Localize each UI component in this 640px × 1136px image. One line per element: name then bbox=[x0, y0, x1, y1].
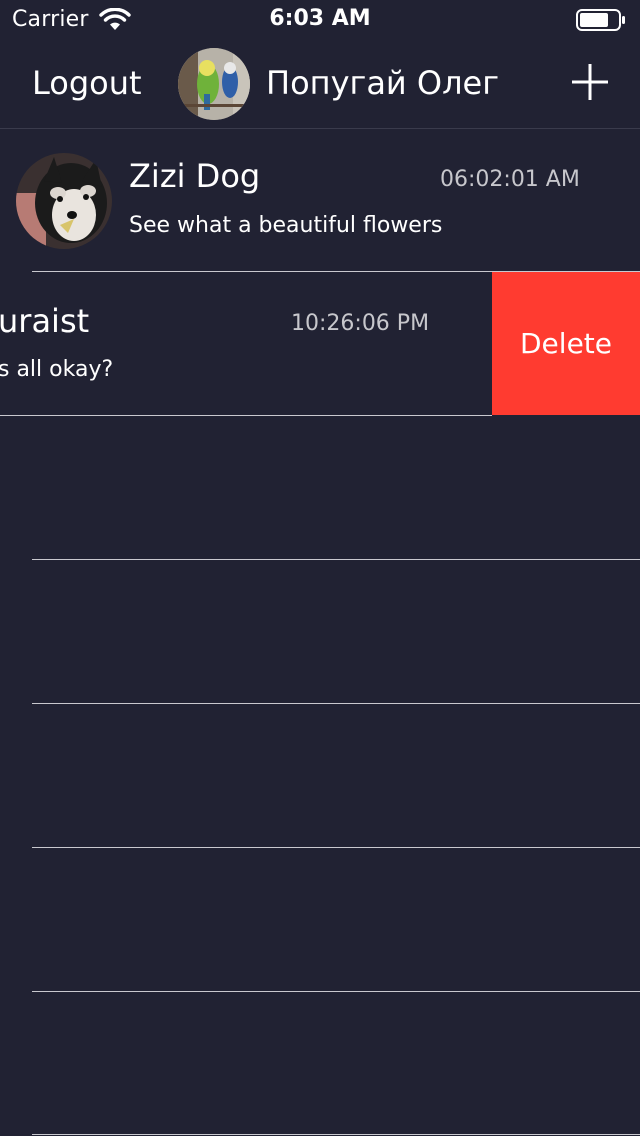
contact-name: uraist bbox=[0, 302, 90, 340]
status-bar: Carrier 6:03 AM bbox=[0, 0, 640, 40]
row-separator bbox=[32, 703, 640, 704]
nav-title: Попугай Олег bbox=[266, 64, 500, 102]
row-separator bbox=[32, 991, 640, 992]
status-time: 6:03 AM bbox=[269, 6, 371, 31]
contact-avatar bbox=[16, 153, 112, 249]
row-separator bbox=[0, 415, 492, 416]
user-avatar[interactable] bbox=[178, 48, 250, 120]
logout-button[interactable]: Logout bbox=[32, 64, 142, 102]
dog-avatar-image bbox=[16, 153, 112, 249]
message-preview: See what a beautiful flowers bbox=[129, 213, 443, 238]
contact-name: Zizi Dog bbox=[129, 157, 261, 195]
chat-row-swiped[interactable]: uraist 10:26:06 PM s all okay? Delete bbox=[0, 272, 640, 415]
message-time: 10:26:06 PM bbox=[291, 311, 430, 336]
parrot-avatar-image bbox=[178, 48, 250, 120]
row-separator bbox=[32, 847, 640, 848]
chat-row[interactable]: Zizi Dog 06:02:01 AM See what a beautifu… bbox=[0, 129, 640, 272]
message-preview: s all okay? bbox=[0, 357, 114, 382]
row-separator bbox=[32, 559, 640, 560]
message-time: 06:02:01 AM bbox=[440, 167, 580, 192]
delete-button[interactable]: Delete bbox=[492, 272, 640, 415]
battery-icon bbox=[576, 9, 625, 31]
add-chat-button[interactable] bbox=[570, 62, 610, 102]
navigation-bar: Logout Попугай Олег bbox=[0, 40, 640, 129]
row-separator bbox=[32, 1134, 640, 1135]
